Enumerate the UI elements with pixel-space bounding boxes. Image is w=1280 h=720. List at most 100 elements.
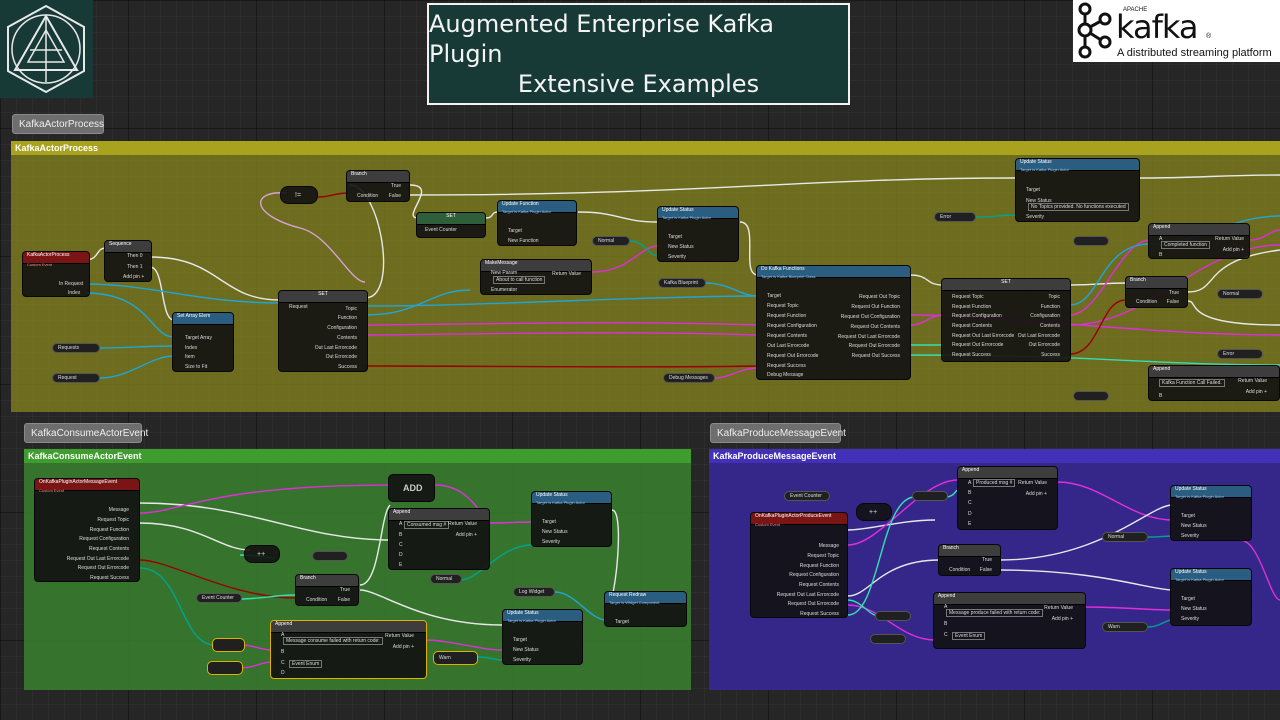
pin-label: Request Success — [952, 352, 991, 358]
enum-normal[interactable]: Normal — [592, 236, 630, 246]
node-add-int-8[interactable] — [870, 634, 906, 644]
append-a-input[interactable]: Completed function — [1161, 241, 1211, 249]
var-requests[interactable]: Requests — [52, 343, 100, 353]
pin-label: Function — [1040, 304, 1060, 310]
var-request[interactable]: Request — [52, 373, 100, 383]
node-do-kafka-functions[interactable]: Do Kafka Functions Target is Kafka Bluep… — [756, 265, 911, 380]
node-increment[interactable]: ++ — [244, 545, 280, 563]
size-to-fit-checkbox[interactable]: Size to Fit — [185, 364, 207, 370]
node-produce-branch[interactable]: Branch Condition True False — [938, 544, 1001, 576]
node-set-event-counter[interactable]: SET Event Counter — [416, 212, 486, 238]
add-pin-button[interactable]: Add pin + — [1223, 247, 1244, 253]
node-update-function[interactable]: Update Function Target is Kafka Plugin A… — [497, 200, 577, 246]
var-event-counter-produce[interactable]: Event Counter — [784, 491, 830, 501]
add-pin-button[interactable]: Add pin + — [1026, 491, 1047, 497]
pin-label: Target — [513, 637, 527, 643]
node-title: Branch — [347, 171, 409, 183]
node-kafka-actor-process-event[interactable]: KafkaActorProcess Custom Event In Reques… — [22, 251, 90, 297]
pin-label: B — [968, 490, 972, 496]
pin-label: Request Out Errorcode — [848, 343, 900, 349]
node-consume-branch[interactable]: Branch Condition True False — [295, 574, 359, 606]
enum-warn[interactable]: Warn — [433, 651, 478, 665]
pin-label: Then 1 — [127, 264, 143, 270]
node-add[interactable]: ADD — [388, 474, 435, 502]
node-subtitle: Target is Kafka Plugin Actor — [1020, 167, 1069, 172]
node-add-int-6[interactable] — [912, 491, 948, 501]
node-consume-update-status[interactable]: Update Status Target is Kafka Plugin Act… — [531, 491, 612, 547]
var-log-widget[interactable]: Log Widget — [513, 587, 555, 597]
add-pin-button[interactable]: Add pin + — [393, 644, 414, 650]
pin-label: Request Configuration — [79, 536, 129, 542]
node-branch-1[interactable]: Branch Condition True False — [346, 170, 410, 202]
node-subtitle: Target is Kafka Plugin Actor — [536, 500, 585, 505]
append-a-input[interactable]: Produced msg # — [973, 479, 1016, 487]
pin-label: Success — [338, 364, 357, 370]
node-sequence[interactable]: Sequence Then 0 Then 1 Add pin + — [104, 240, 152, 282]
node-set-results[interactable]: SET Request Topic Request Function Reque… — [941, 278, 1071, 362]
node-branch-2[interactable]: Branch Condition True False — [1125, 276, 1188, 308]
pin-label: D — [399, 552, 403, 558]
pin-label: Configuration — [327, 325, 357, 331]
var-event-counter[interactable]: Event Counter — [196, 593, 242, 603]
append-c-input[interactable]: Event Enum — [289, 660, 323, 668]
new-param-input[interactable]: About to call function — [493, 276, 546, 284]
node-add-int-3[interactable] — [312, 551, 348, 561]
node-produce-update-status-1[interactable]: Update Status Target is Kafka Plugin Act… — [1170, 485, 1252, 541]
pin-label: Request Out Errorcode — [767, 353, 819, 359]
node-add-int-2[interactable] — [1073, 391, 1109, 401]
append-a-input[interactable]: Message produce failed with return code: — [946, 609, 1044, 617]
node-not-equal[interactable]: != — [280, 186, 318, 204]
node-consume-append-2[interactable]: Append A Message consume failed with ret… — [270, 620, 427, 679]
pin-label: Return Value — [1044, 605, 1073, 611]
add-pin-button[interactable]: Add pin + — [456, 532, 477, 538]
node-on-produce-event[interactable]: OnKafkaPluginActorProduceEvent Custom Ev… — [750, 512, 848, 618]
new-status-input[interactable]: No Topics provided. No functions execute… — [1028, 203, 1129, 211]
pin-label: Out Errorcode — [325, 354, 357, 360]
node-update-status-top[interactable]: Update Status Target is Kafka Plugin Act… — [1015, 158, 1140, 222]
pin-label: Then 0 — [127, 253, 143, 259]
pin-label: Request Out Last Errorcode — [776, 592, 839, 598]
append-a-input[interactable]: Kafka Function Call Failed. — [1159, 379, 1225, 387]
node-increment-produce[interactable]: ++ — [856, 503, 892, 521]
append-a-input[interactable]: Message consume failed with return code: — [283, 637, 383, 645]
enum-normal-produce[interactable]: Normal — [1102, 532, 1148, 542]
add-pin-button[interactable]: Add pin + — [123, 274, 144, 280]
enum-normal-2[interactable]: Normal — [1217, 289, 1263, 299]
node-consume-append[interactable]: Append A Consumed msg # B C D E Return V… — [388, 508, 490, 570]
node-add-int-1[interactable] — [1073, 236, 1109, 246]
node-request-redraw[interactable]: Request Redraw Target is Widget Componen… — [604, 591, 687, 627]
append-a-input[interactable]: Consumed msg # — [404, 521, 450, 529]
node-add-int-4[interactable] — [212, 638, 245, 652]
node-add-int-7[interactable] — [875, 611, 911, 621]
var-debug-messages[interactable]: Debug Messages — [663, 373, 715, 383]
var-kafka-blueprint[interactable]: Kafka Blueprint — [658, 278, 706, 288]
pin-label: Request Topic — [767, 303, 799, 309]
enum-error-1[interactable]: Error — [934, 212, 976, 222]
pin-label: Severity — [1181, 533, 1200, 539]
node-consume-update-status-2[interactable]: Update Status Target is Kafka Plugin Act… — [502, 609, 583, 665]
pin-label: New Status — [542, 529, 568, 535]
append-c-input[interactable]: Event Enum — [952, 632, 986, 640]
node-add-int-5[interactable] — [207, 661, 243, 675]
node-set-request[interactable]: SET Request Topic Function Configuration… — [278, 290, 368, 372]
node-on-message-event[interactable]: OnKafkaPluginActorMessageEvent Custom Ev… — [34, 478, 140, 582]
node-append-1[interactable]: Append A Completed function B Return Val… — [1148, 223, 1250, 259]
node-subtitle: Custom Event — [39, 488, 65, 493]
pin-label: Severity — [1026, 214, 1045, 220]
add-pin-button[interactable]: Add pin + — [1246, 389, 1267, 395]
node-set-array-elem[interactable]: Set Array Elem Target Array Index Item S… — [172, 312, 234, 372]
enum-normal-3[interactable]: Normal — [430, 574, 462, 584]
enum-warn-produce[interactable]: Warn — [1102, 622, 1148, 632]
node-produce-append[interactable]: Append A Produced msg # B C D E Return V… — [957, 466, 1058, 530]
node-update-status-1[interactable]: Update Status Target is Kafka Plugin Act… — [657, 206, 739, 262]
node-produce-append-2[interactable]: Append A Message produce failed with ret… — [933, 592, 1086, 649]
add-pin-button[interactable]: Add pin + — [1052, 616, 1073, 622]
node-append-2[interactable]: Append Kafka Function Call Failed. B Ret… — [1148, 365, 1280, 401]
pin-label: Item — [185, 354, 195, 360]
pin-label: Configuration — [1030, 313, 1060, 319]
increment-icon: ++ — [257, 551, 266, 558]
node-produce-update-status-2[interactable]: Update Status Target is Kafka Plugin Act… — [1170, 568, 1252, 626]
node-make-message[interactable]: MakeMessage New Param About to call func… — [480, 259, 592, 295]
enum-error-2[interactable]: Error — [1217, 349, 1263, 359]
pin-label: True — [339, 587, 350, 593]
